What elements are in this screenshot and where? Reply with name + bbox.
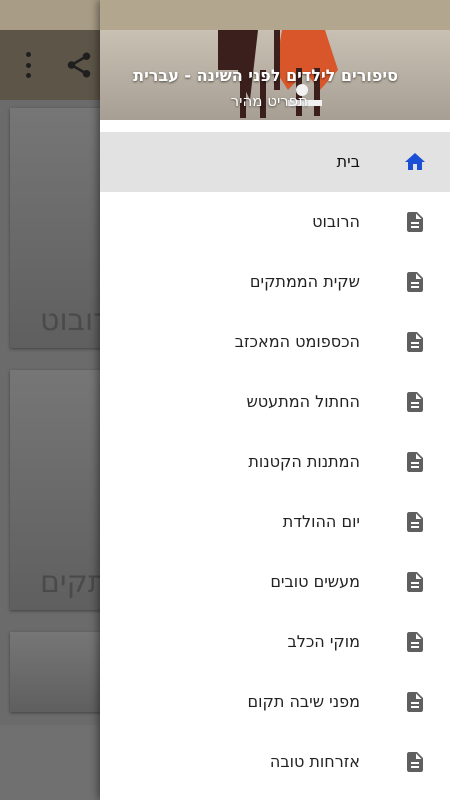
drawer-header: סיפורים לילדים לפני השינה - עברית תפריט …	[100, 0, 450, 120]
menu-item-label: החתול המתעטש	[246, 392, 360, 411]
drawer-subtitle: תפריט מהיר	[230, 92, 308, 110]
document-icon	[407, 392, 423, 412]
document-icon	[407, 692, 423, 712]
menu-item-label: בית	[336, 152, 360, 171]
more-options-icon[interactable]	[16, 52, 40, 78]
menu-item-home[interactable]: בית	[100, 132, 450, 192]
menu-item-story[interactable]: הרובוט	[100, 192, 450, 252]
menu-item-label: הרובוט	[312, 212, 360, 231]
drawer-menu: בית הרובוט שקית הממתקים הכספומט המאכזב ה	[100, 132, 450, 792]
menu-item-label: המתנות הקטנות	[248, 452, 360, 471]
share-icon[interactable]	[64, 50, 94, 80]
menu-item-label: מפני שיבה תקום	[247, 692, 360, 711]
menu-item-story[interactable]: מוקי הכלב	[100, 612, 450, 672]
document-icon	[407, 572, 423, 592]
menu-item-story[interactable]: הכספומט המאכזב	[100, 312, 450, 372]
menu-item-label: מוקי הכלב	[287, 632, 361, 651]
menu-item-label: שקית הממתקים	[249, 272, 360, 291]
document-icon	[407, 452, 423, 472]
menu-item-story[interactable]: יום ההולדת	[100, 492, 450, 552]
menu-item-story[interactable]: מפני שיבה תקום	[100, 672, 450, 732]
menu-item-story[interactable]: המתנות הקטנות	[100, 432, 450, 492]
menu-item-label: הכספומט המאכזב	[234, 332, 360, 351]
document-icon	[407, 512, 423, 532]
menu-item-label: אזרחות טובה	[269, 752, 360, 771]
navigation-drawer: סיפורים לילדים לפני השינה - עברית תפריט …	[100, 0, 450, 800]
menu-item-story[interactable]: מעשים טובים	[100, 552, 450, 612]
menu-item-label: יום ההולדת	[282, 512, 360, 531]
menu-item-story[interactable]: החתול המתעטש	[100, 372, 450, 432]
menu-item-label: מעשים טובים	[270, 572, 360, 591]
document-icon	[407, 632, 423, 652]
menu-item-story[interactable]: אזרחות טובה	[100, 732, 450, 792]
drawer-title: סיפורים לילדים לפני השינה - עברית	[133, 66, 398, 85]
document-icon	[407, 272, 423, 292]
document-icon	[407, 752, 423, 772]
document-icon	[407, 332, 423, 352]
document-icon	[407, 212, 423, 232]
home-icon	[405, 153, 425, 170]
menu-item-story[interactable]: שקית הממתקים	[100, 252, 450, 312]
header-top-band	[100, 0, 450, 30]
